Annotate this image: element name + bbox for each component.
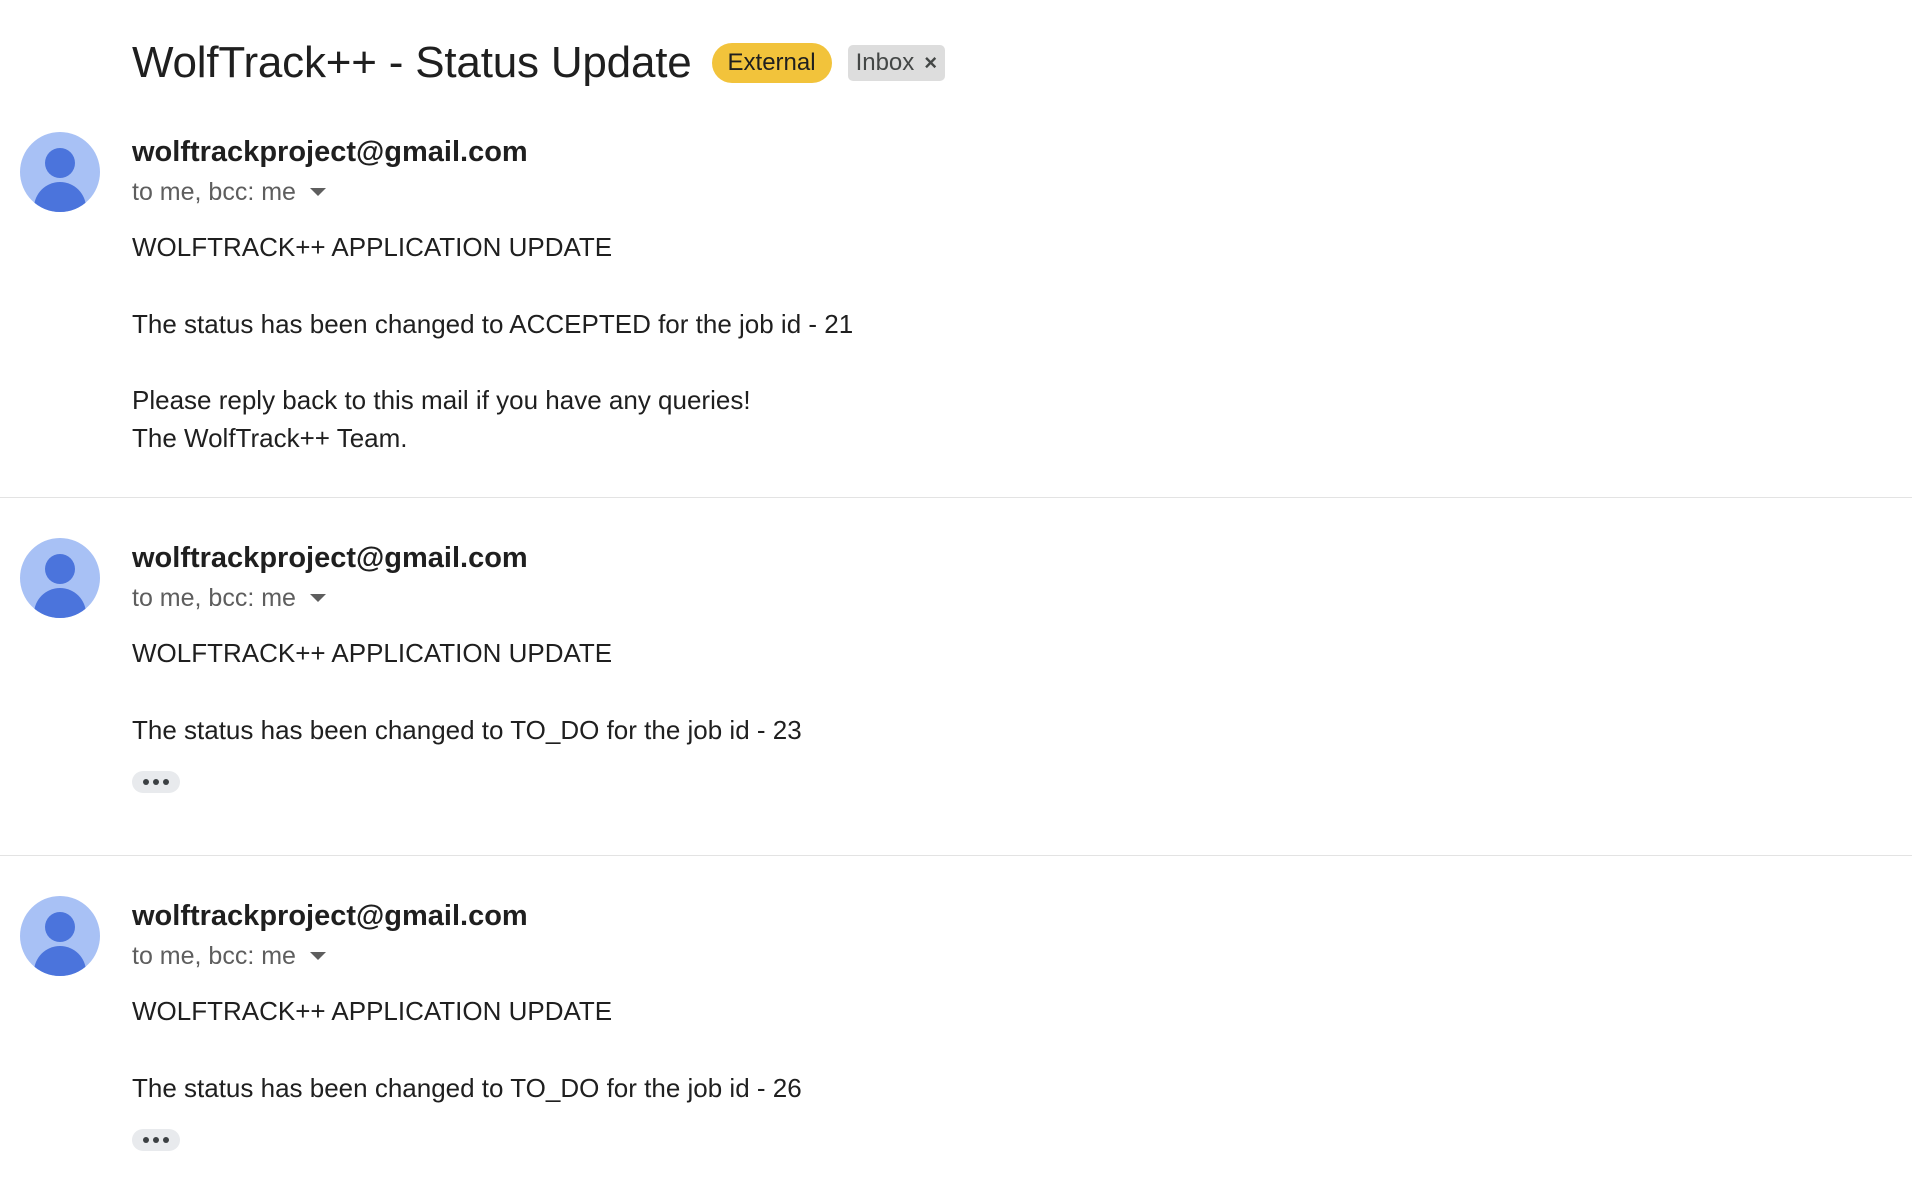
message-divider — [0, 855, 1912, 856]
sender-avatar-icon[interactable] — [20, 896, 100, 976]
message-heading: WOLFTRACK++ APPLICATION UPDATE — [132, 638, 613, 668]
close-icon[interactable]: × — [924, 45, 937, 81]
recipients-text: to me, bcc: me — [132, 942, 296, 970]
more-horiz-icon[interactable] — [132, 771, 180, 793]
message-heading: WOLFTRACK++ APPLICATION UPDATE — [132, 996, 613, 1026]
message-status-line: The status has been changed to TO_DO for… — [132, 715, 802, 745]
message-heading: WOLFTRACK++ APPLICATION UPDATE — [132, 232, 613, 262]
recipients-line[interactable]: to me, bcc: me — [132, 176, 326, 208]
message-signature: The WolfTrack++ Team. — [132, 423, 408, 453]
recipients-line[interactable]: to me, bcc: me — [132, 940, 326, 972]
thread-subject: WolfTrack++ - Status Update — [132, 38, 692, 87]
sender-avatar-icon[interactable] — [20, 132, 100, 212]
recipients-text: to me, bcc: me — [132, 584, 296, 612]
email-thread-view: WolfTrack++ - Status Update External Inb… — [0, 0, 1912, 1204]
message-status-line: The status has been changed to ACCEPTED … — [132, 309, 854, 339]
inbox-label-text: Inbox — [855, 49, 915, 76]
sender-email[interactable]: wolftrackproject@gmail.com — [132, 540, 528, 576]
more-horiz-icon[interactable] — [132, 1129, 180, 1151]
external-label-badge: External — [711, 43, 832, 83]
sender-email[interactable]: wolftrackproject@gmail.com — [132, 898, 528, 934]
message-status-line: The status has been changed to TO_DO for… — [132, 1073, 802, 1103]
inbox-label-chip[interactable]: Inbox × — [847, 45, 946, 81]
thread-header: WolfTrack++ - Status Update External Inb… — [132, 34, 946, 92]
caret-down-icon[interactable] — [309, 188, 326, 196]
caret-down-icon[interactable] — [309, 952, 326, 960]
message-reply-line: Please reply back to this mail if you ha… — [132, 385, 751, 415]
sender-avatar-icon[interactable] — [20, 538, 100, 618]
message-divider — [0, 497, 1912, 498]
recipients-line[interactable]: to me, bcc: me — [132, 582, 326, 614]
sender-email[interactable]: wolftrackproject@gmail.com — [132, 134, 528, 170]
caret-down-icon[interactable] — [309, 594, 326, 602]
recipients-text: to me, bcc: me — [132, 178, 296, 206]
